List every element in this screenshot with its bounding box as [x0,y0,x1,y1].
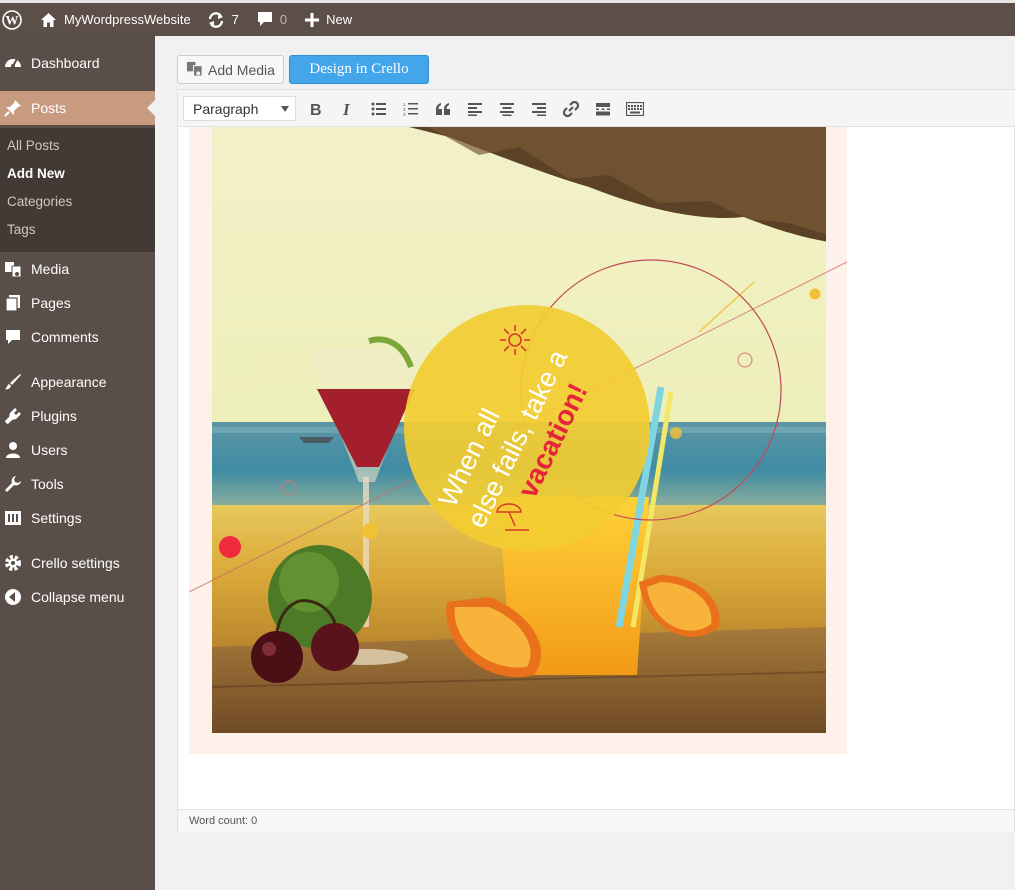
svg-text:I: I [342,101,351,117]
align-left-button[interactable] [462,97,488,121]
menu-media[interactable]: Media [0,252,155,286]
read-more-icon [596,103,610,116]
media-icon [3,259,23,279]
menu-settings[interactable]: Settings [0,501,155,535]
menu-tools[interactable]: Tools [0,467,155,501]
menu-label: Plugins [31,408,77,424]
menu-label: Media [31,261,70,277]
svg-text:W: W [6,12,19,27]
updates-link[interactable]: 7 [199,3,247,36]
media-icon [186,60,203,80]
bold-button[interactable]: B [302,97,328,121]
menu-label: Comments [31,329,99,345]
pin-icon [3,98,23,118]
plugin-icon [3,406,23,426]
wordpress-logo-icon[interactable]: W [0,3,30,36]
plus-icon [305,12,320,27]
bold-icon: B [310,102,322,117]
post-editor: Paragraph B I 123 When all else fails, t… [177,89,1015,832]
format-value: Paragraph [193,100,259,117]
admin-sidebar: Dashboard Posts All Posts Add New Catego… [0,36,155,890]
align-center-button[interactable] [494,97,520,121]
comment-bubble-icon [257,11,273,28]
read-more-button[interactable] [590,97,616,121]
settings-icon [3,508,23,528]
posts-submenu: All Posts Add New Categories Tags [0,128,155,252]
menu-pages[interactable]: Pages [0,286,155,320]
menu-comments[interactable]: Comments [0,320,155,354]
menu-crello-settings[interactable]: Crello settings [0,546,155,580]
menu-label: Appearance [31,374,107,390]
menu-dashboard[interactable]: Dashboard [0,46,155,80]
menu-posts[interactable]: Posts [0,91,155,125]
svg-text:3: 3 [403,112,406,116]
updates-count: 7 [231,12,239,27]
link-icon [562,100,580,118]
pages-icon [3,293,23,313]
menu-appearance[interactable]: Appearance [0,365,155,399]
keyboard-icon [626,102,644,116]
collapse-icon [3,587,23,607]
menu-plugins[interactable]: Plugins [0,399,155,433]
menu-users[interactable]: Users [0,433,155,467]
menu-label: Posts [31,100,67,116]
menu-collapse[interactable]: Collapse menu [0,580,155,614]
editor-toolbar: Paragraph B I 123 [178,90,1015,127]
brush-icon [3,372,23,392]
design-in-crello-button[interactable]: Design in Crello [289,55,429,84]
italic-button[interactable]: I [334,97,360,121]
editor-content[interactable]: When all else fails, take a vacation! [178,127,1014,809]
align-right-icon [532,103,546,116]
comments-count: 0 [279,12,288,27]
word-count: Word count: 0 [189,815,258,827]
comments-link[interactable]: 0 [247,3,295,36]
italic-icon: I [342,101,351,117]
align-right-button[interactable] [526,97,552,121]
submenu-add-new[interactable]: Add New [7,166,65,181]
menu-label: Pages [31,295,71,311]
updates-icon [207,11,225,29]
comments-icon [3,327,23,347]
menu-label: Dashboard [31,55,100,71]
crello-label: Design in Crello [309,61,409,77]
user-icon [3,440,23,460]
crello-design-image[interactable]: When all else fails, take a vacation! [189,127,847,754]
new-content-link[interactable]: New [295,3,360,36]
site-name: MyWordpressWebsite [64,12,191,27]
menu-label: Tools [31,476,64,492]
chevron-down-icon [281,106,289,112]
insert-link-button[interactable] [558,97,584,121]
submenu-all-posts[interactable]: All Posts [7,138,60,153]
submenu-tags[interactable]: Tags [7,222,36,237]
dashboard-icon [3,53,23,73]
add-media-button[interactable]: Add Media [177,55,284,84]
quote-icon [436,103,450,115]
menu-label: Collapse menu [31,589,125,605]
vacation-design-graphic: When all else fails, take a vacation! [189,127,847,733]
bullet-list-button[interactable] [366,97,392,121]
toolbar-toggle-button[interactable] [622,97,648,121]
submenu-categories[interactable]: Categories [7,194,72,209]
align-center-icon [500,103,514,116]
format-select[interactable]: Paragraph [183,96,296,121]
numbered-list-button[interactable]: 123 [398,97,424,121]
numbered-list-icon: 123 [403,102,418,116]
menu-label: Settings [31,510,82,526]
add-media-label: Add Media [208,61,275,78]
svg-text:B: B [310,102,322,117]
site-name-link[interactable]: MyWordpressWebsite [30,3,199,36]
new-label: New [326,12,353,27]
editor-status-bar: Word count: 0 [178,809,1014,832]
home-icon [40,12,57,28]
blockquote-button[interactable] [430,97,456,121]
admin-bar: W MyWordpressWebsite 7 0 New [0,0,1015,36]
align-left-icon [468,103,482,116]
bullet-list-icon [371,102,386,116]
gear-icon [3,553,23,573]
menu-label: Crello settings [31,555,120,571]
menu-label: Users [31,442,68,458]
wrench-icon [3,474,23,494]
